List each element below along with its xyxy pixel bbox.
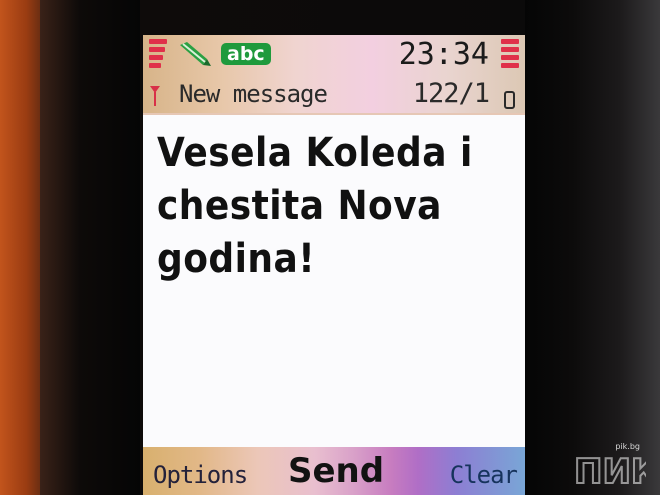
watermark-logo: ПИК	[573, 451, 646, 489]
clock: 23:34	[398, 37, 489, 72]
softkey-bar: Options Send Clear	[143, 447, 525, 495]
signal-strength-icon	[149, 39, 167, 71]
send-softkey[interactable]: Send	[288, 451, 384, 491]
phone-screen: abc 23:34 New message 122/1 Vesela Koled…	[143, 35, 525, 495]
options-softkey[interactable]: Options	[153, 461, 248, 489]
phone-photo: abc 23:34 New message 122/1 Vesela Koled…	[0, 0, 660, 495]
character-counter: 122/1	[412, 78, 490, 109]
antenna-icon	[150, 86, 160, 106]
screen-title: New message	[179, 80, 328, 108]
battery-empty-icon	[504, 91, 515, 109]
pen-icon	[180, 42, 211, 66]
message-text[interactable]: Vesela Koleda i chestita Nova godina!	[157, 127, 481, 286]
phone-bezel-left	[40, 0, 140, 495]
svg-text:ПИК: ПИК	[574, 452, 646, 489]
status-header: abc 23:34 New message 122/1	[143, 35, 525, 115]
battery-level-icon	[501, 39, 519, 71]
phone-bezel-right	[525, 0, 660, 495]
input-mode-badge: abc	[221, 43, 271, 65]
clear-softkey[interactable]: Clear	[450, 461, 518, 489]
